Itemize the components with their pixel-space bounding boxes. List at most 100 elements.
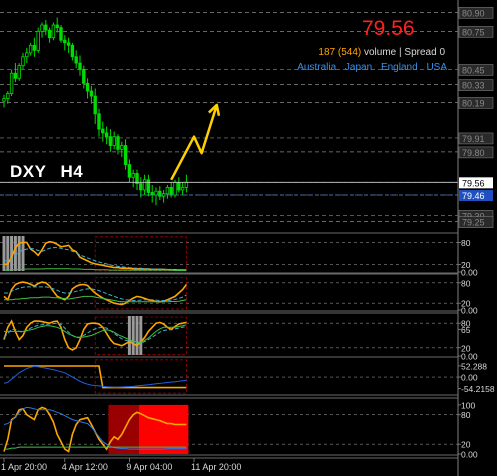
candle-body: [63, 39, 67, 44]
candle-body: [32, 44, 37, 51]
market-japan: Japan: [344, 62, 373, 73]
candle-body: [40, 24, 44, 32]
price-tick-label: 79.80: [462, 148, 485, 158]
time-tick-label: 4 Apr 12:00: [62, 462, 108, 472]
time-tick-label: 9 Apr 04:00: [126, 462, 172, 472]
spread-label: Spread: [404, 47, 437, 58]
price-tick-label: 80.33: [462, 81, 485, 91]
time-axis: 1 Apr 20:00 4 Apr 12:00 9 Apr 04:00 11 Apr …: [0, 457, 458, 472]
time-tick-label: 11 Apr 20:00: [191, 462, 241, 472]
indicator-panels: 80200.0080200.008065200.0052.2880.00-54.…: [0, 232, 495, 460]
candle-body: [47, 29, 52, 39]
candle-body: [146, 179, 151, 193]
gray-histogram-bar: [135, 316, 139, 355]
candle-body: [158, 190, 162, 197]
candle-body: [59, 27, 63, 41]
gray-histogram-bar: [17, 236, 21, 271]
price-tick-label: 79.56: [462, 178, 485, 188]
candle-body: [173, 181, 177, 196]
panel-4: 52.288 0.00-54.2158: [0, 356, 495, 396]
market-usa: USA: [426, 62, 447, 73]
price-tick-label: 79.25: [462, 218, 485, 228]
candle-body: [142, 179, 147, 191]
candle-body: [108, 136, 113, 146]
panel-tick-label: 0.00: [461, 373, 478, 383]
candle-body: [82, 69, 86, 84]
candle-body: [36, 30, 40, 51]
volume-label: volume: [364, 47, 397, 58]
panel-5: 10080 200.00: [0, 397, 478, 460]
candle-body: [28, 44, 33, 54]
candle-body: [180, 187, 185, 191]
panel-tick-label: 100: [461, 400, 475, 410]
panel-tick-label: 0.00: [461, 450, 478, 460]
price-tick-label: 80.90: [462, 8, 485, 18]
candle-body: [21, 56, 25, 67]
candle-body: [116, 136, 120, 150]
gray-histogram-bar: [127, 316, 131, 355]
price-tick-label: 79.91: [462, 134, 485, 144]
candle-body: [78, 62, 82, 70]
panel-tick-label: 20: [461, 440, 471, 450]
candle-body: [89, 90, 94, 97]
symbol-label: DXY: [10, 162, 47, 181]
market-sessions: Australia Japan England USA: [297, 62, 447, 73]
volume-spread-info: 187 (544) volume | Spread 0: [318, 47, 445, 58]
symbol-timeframe-label: DXY H4: [10, 162, 83, 182]
gray-histogram-bar: [131, 316, 135, 355]
candle-body: [177, 181, 181, 191]
candle-body: [127, 164, 132, 178]
gray-histogram-bar: [2, 236, 6, 271]
timeframe-label: H4: [60, 162, 84, 181]
price-tick-label: 80.75: [462, 27, 485, 37]
candle-body: [70, 44, 75, 58]
candle-body: [66, 42, 71, 46]
price-tick-label: 80.19: [462, 98, 485, 108]
candle-body: [9, 72, 14, 94]
panel-tick-label: 0.00: [461, 352, 478, 362]
candle-body: [25, 52, 29, 58]
panel-tick-label: 80: [461, 410, 471, 420]
volume-value: 187 (544): [318, 47, 362, 58]
gray-histogram-bar: [139, 316, 143, 355]
panel-tick-label: 52.288: [461, 361, 487, 371]
candle-body: [165, 187, 170, 195]
panel-2: 80200.00: [0, 273, 478, 316]
candle-body: [17, 65, 21, 79]
candle-body: [123, 145, 128, 165]
red-dotted-box: [94, 277, 187, 310]
panel-tick-label: 80: [461, 278, 471, 288]
candle-body: [44, 24, 48, 31]
candle-body: [97, 113, 101, 130]
time-tick-label: 1 Apr 20:00: [1, 462, 47, 472]
candle-body: [74, 56, 78, 64]
candle-body: [55, 24, 59, 28]
panel-tick-label: 0.00: [461, 268, 478, 278]
candle-body: [2, 98, 6, 102]
panel-tick-label: 80: [461, 238, 471, 248]
panel-tick-label: 65: [461, 325, 471, 335]
panel-tick-label: 0.00: [461, 306, 478, 316]
panel-tick-label: -54.2158: [461, 384, 495, 394]
market-australia: Australia: [297, 62, 337, 73]
price-tick-label: 79.46: [462, 191, 485, 201]
candle-body: [184, 181, 189, 188]
candle-body: [169, 187, 173, 196]
candle-body: [154, 190, 158, 196]
gray-histogram-bar: [13, 236, 17, 271]
candle-body: [6, 93, 10, 100]
candle-body: [120, 145, 124, 150]
price-tick-label: 80.45: [462, 65, 485, 75]
candle-body: [51, 24, 56, 39]
candle-body: [93, 95, 97, 115]
spread-value: 0: [439, 47, 445, 58]
candle-body: [104, 132, 109, 138]
indicator-line: [3, 319, 187, 351]
candle-body: [101, 128, 105, 134]
candle-body: [112, 136, 116, 146]
market-england: England: [380, 62, 418, 73]
candle-body: [131, 173, 135, 178]
gray-histogram-bar: [6, 236, 10, 271]
candle-body: [85, 82, 90, 92]
last-price-readout: 79.56: [362, 17, 415, 40]
